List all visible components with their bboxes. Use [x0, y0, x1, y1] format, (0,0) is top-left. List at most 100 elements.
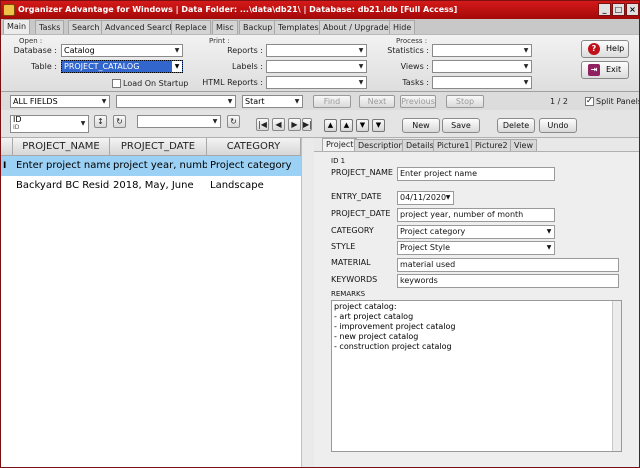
tab-main[interactable]: Main: [3, 19, 31, 34]
minimize-button[interactable]: _: [598, 3, 611, 16]
remarks-scrollbar[interactable]: [612, 301, 621, 451]
project-date-field[interactable]: project year, number of month: [397, 208, 555, 222]
reports-select[interactable]: ▼: [266, 44, 367, 57]
refresh-sort-icon[interactable]: ↻: [113, 115, 126, 128]
project-date-value: project year, number of month: [400, 210, 524, 219]
style-select[interactable]: Project Style ▼: [397, 241, 555, 255]
cell-project-date[interactable]: 2018, May, June: [110, 176, 207, 196]
next-record-button[interactable]: ▶: [288, 118, 301, 131]
tab-tasks[interactable]: Tasks: [35, 20, 65, 34]
table-row[interactable]: I Enter project name project year, numbe…: [1, 156, 301, 176]
tab-backup[interactable]: Backup: [239, 20, 277, 34]
search-bar: ALL FIELDS ▼ ▼ Start ▼ Find Next Previou…: [1, 92, 639, 110]
project-name-value: Enter project name: [400, 169, 478, 178]
help-button[interactable]: ? Help: [581, 40, 629, 58]
close-button[interactable]: ×: [626, 3, 639, 16]
cell-project-name[interactable]: Backyard BC Residen: [13, 176, 110, 196]
table-select[interactable]: PROJECT_CATALOG ▼: [61, 60, 183, 73]
views-label: Views :: [400, 62, 429, 71]
next-button[interactable]: Next: [359, 95, 395, 108]
column-header-project-name[interactable]: PROJECT_NAME: [13, 138, 110, 156]
search-mode-select[interactable]: Start ▼: [242, 95, 303, 108]
previous-record-button[interactable]: ◀: [272, 118, 285, 131]
chevron-down-icon: ▼: [358, 47, 364, 54]
previous-button[interactable]: Previous: [400, 95, 436, 108]
load-on-startup-checkbox[interactable]: [112, 79, 121, 88]
cell-project-date[interactable]: project year, number: [110, 156, 207, 176]
save-button[interactable]: Save: [442, 118, 480, 133]
chevron-down-icon: ▼: [523, 63, 529, 70]
remarks-textarea[interactable]: project catalog: - art project catalog -…: [331, 300, 622, 452]
chevron-down-icon: ▼: [546, 244, 552, 251]
move-down-icon[interactable]: ▼: [356, 119, 369, 132]
find-button[interactable]: Find: [313, 95, 351, 108]
tab-hide[interactable]: Hide: [389, 20, 416, 34]
database-select[interactable]: Catalog ▼: [61, 44, 183, 57]
last-record-button[interactable]: ▶|: [302, 118, 312, 131]
style-label: STYLE: [331, 242, 356, 251]
chevron-down-icon: ▼: [358, 63, 364, 70]
tab-description[interactable]: Description: [354, 139, 408, 151]
maximize-button[interactable]: □: [612, 3, 625, 16]
filter-select[interactable]: ▼: [137, 115, 221, 128]
tab-about-upgrade[interactable]: About / Upgrade: [319, 20, 393, 34]
remarks-line: - art project catalog: [334, 312, 414, 321]
tab-picture2[interactable]: Picture2: [471, 139, 512, 151]
row-marker: [1, 176, 13, 196]
project-form: ID 1 PROJECT_NAME Enter project name ENT…: [314, 151, 639, 467]
window-title: Organizer Advantage for Windows | Data F…: [18, 5, 458, 14]
project-name-field[interactable]: Enter project name: [397, 167, 555, 181]
labels-label: Labels :: [232, 62, 263, 71]
new-button[interactable]: New: [402, 118, 440, 133]
search-term-input[interactable]: ▼: [116, 95, 236, 108]
statistics-select[interactable]: ▼: [432, 44, 532, 57]
tab-advanced-search[interactable]: Advanced Search: [101, 20, 179, 34]
chevron-down-icon: ▼: [174, 47, 180, 54]
chevron-down-icon: ▼: [294, 98, 300, 105]
tab-misc[interactable]: Misc: [212, 20, 238, 34]
move-up-icon[interactable]: ▲: [340, 119, 353, 132]
cell-category[interactable]: Landscape: [207, 176, 301, 196]
tab-templates[interactable]: Templates: [274, 20, 323, 34]
chevron-down-icon: ▼: [358, 79, 364, 86]
category-select[interactable]: Project category ▼: [397, 225, 555, 239]
delete-button[interactable]: Delete: [497, 118, 535, 133]
exit-button[interactable]: ⇥ Exit: [581, 61, 629, 79]
search-field-select[interactable]: ALL FIELDS ▼: [10, 95, 110, 108]
reports-label: Reports :: [227, 46, 263, 55]
column-header-project-date[interactable]: PROJECT_DATE: [110, 138, 207, 156]
keywords-field[interactable]: keywords: [397, 274, 619, 288]
row-indicator-header: [1, 138, 13, 156]
material-field[interactable]: material used: [397, 258, 619, 272]
sort-direction-button[interactable]: ↕: [94, 115, 107, 128]
exit-label: Exit: [606, 65, 622, 74]
views-select[interactable]: ▼: [432, 60, 532, 73]
entry-date-field[interactable]: 04/11/2020 ▼: [397, 191, 454, 205]
tasks-select[interactable]: ▼: [432, 76, 532, 89]
tab-replace[interactable]: Replace: [171, 20, 211, 34]
labels-select[interactable]: ▼: [266, 60, 367, 73]
undo-button[interactable]: Undo: [539, 118, 577, 133]
stop-button[interactable]: Stop: [446, 95, 484, 108]
cell-project-name[interactable]: Enter project name: [13, 156, 110, 176]
column-header-category[interactable]: CATEGORY: [207, 138, 301, 156]
move-first-icon[interactable]: ▲: [324, 119, 337, 132]
records-grid: PROJECT_NAME PROJECT_DATE CATEGORY I Ent…: [1, 138, 301, 467]
remarks-line: - new project catalog: [334, 332, 419, 341]
table-row[interactable]: Backyard BC Residen 2018, May, June Land…: [1, 176, 301, 196]
remarks-line: project catalog:: [334, 302, 397, 311]
split-panels-checkbox[interactable]: [585, 96, 594, 106]
move-last-icon[interactable]: ▼: [372, 119, 385, 132]
load-on-startup-label: Load On Startup: [123, 79, 189, 88]
tab-project[interactable]: Project: [322, 138, 358, 151]
sort-field-select[interactable]: ID ID ▼: [10, 115, 89, 133]
chevron-down-icon: ▼: [523, 79, 529, 86]
tab-picture1[interactable]: Picture1: [433, 139, 474, 151]
grid-scrollbar[interactable]: [301, 138, 314, 467]
refresh-filter-icon[interactable]: ↻: [227, 115, 240, 128]
tab-search[interactable]: Search: [68, 20, 104, 34]
cell-category[interactable]: Project category: [207, 156, 301, 176]
tab-view[interactable]: View: [510, 139, 537, 151]
first-record-button[interactable]: |◀: [256, 118, 269, 131]
html-reports-select[interactable]: ▼: [266, 76, 367, 89]
